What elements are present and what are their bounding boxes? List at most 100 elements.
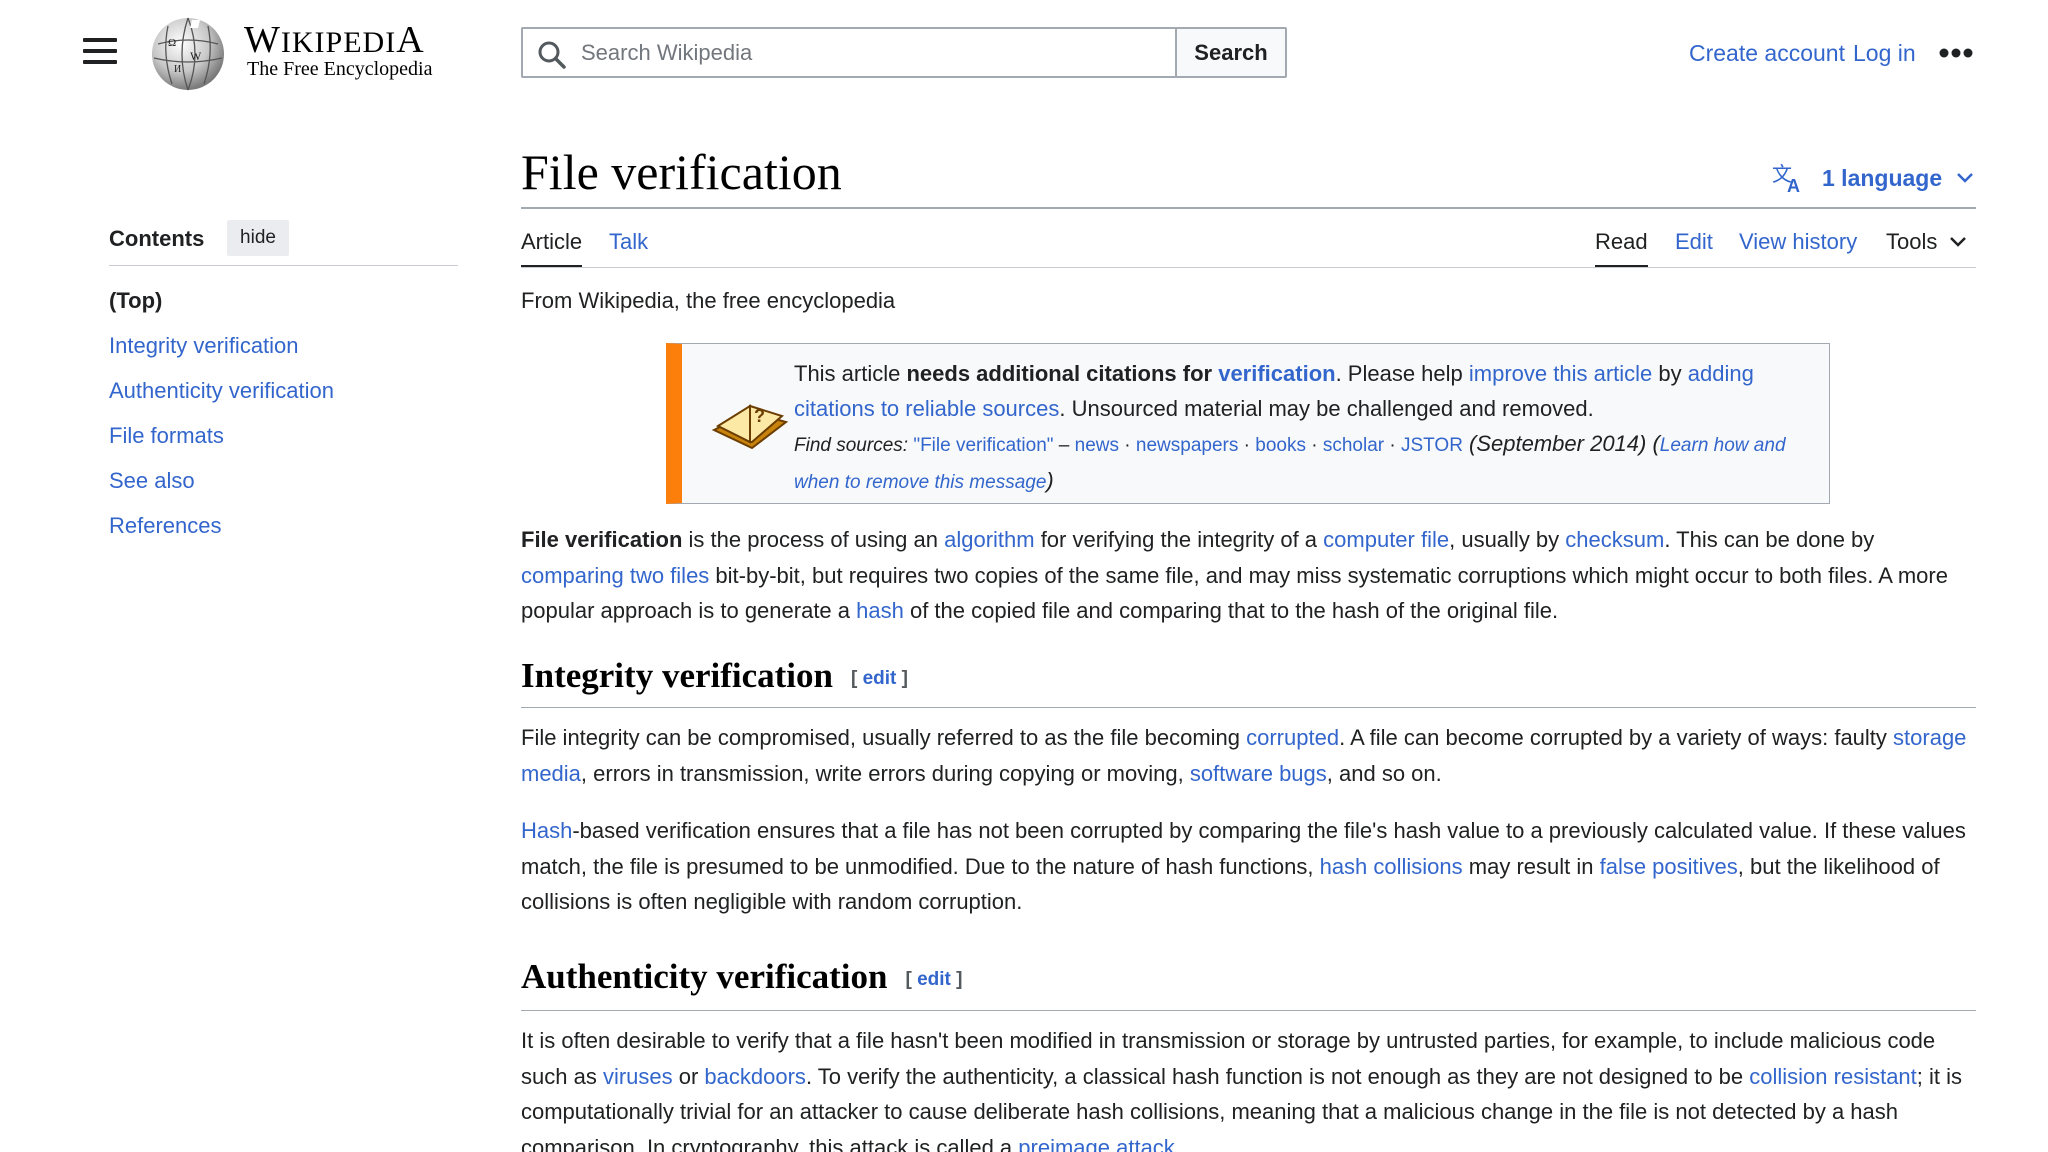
intro-bold-term: File verification xyxy=(521,527,683,552)
wordmark-letter: W xyxy=(244,19,281,61)
link-hash-collisions[interactable]: hash collisions xyxy=(1320,854,1463,879)
tab-view-history[interactable]: View history xyxy=(1739,229,1857,265)
wikipedia-globe-logo[interactable]: Ω W И xyxy=(148,16,228,92)
login-link[interactable]: Log in xyxy=(1853,40,1916,67)
search-button[interactable]: Search xyxy=(1175,27,1287,78)
intro-paragraph: File verification is the process of usin… xyxy=(521,522,1976,629)
notice-text-bold: needs additional citations for xyxy=(906,361,1219,386)
edit-section-link[interactable]: edit xyxy=(917,969,951,990)
notice-text-part: . Unsourced material may be challenged a… xyxy=(1059,396,1594,421)
authenticity-paragraph-1: It is often desirable to verify that a f… xyxy=(521,1023,1976,1152)
improve-article-link[interactable]: improve this article xyxy=(1469,361,1652,386)
source-newspapers-link[interactable]: newspapers xyxy=(1136,435,1238,456)
citation-notice: ? This article needs additional citation… xyxy=(666,343,1830,504)
text: . This can be done by xyxy=(1664,527,1875,552)
title-divider xyxy=(521,207,1976,209)
source-books-link[interactable]: books xyxy=(1255,435,1306,456)
find-query-link[interactable]: "File verification" xyxy=(913,435,1053,456)
hamburger-line xyxy=(83,49,117,53)
notice-text-part: This article xyxy=(794,361,907,386)
wordmark-letters: IKIPEDI xyxy=(280,26,397,59)
hamburger-menu-icon xyxy=(83,38,117,42)
wikipedia-tagline: The Free Encyclopedia xyxy=(247,58,433,80)
svg-text:A: A xyxy=(1787,176,1800,193)
toc-hide-button[interactable]: hide xyxy=(227,220,289,256)
wordmark-letter: A xyxy=(396,19,425,61)
heading-divider xyxy=(521,707,1976,708)
toc-item-authenticity-verification[interactable]: Authenticity verification xyxy=(109,378,334,404)
text: may result in xyxy=(1462,853,1600,879)
tab-talk[interactable]: Talk xyxy=(609,229,648,265)
text: of the copied file and comparing that to… xyxy=(903,598,1559,623)
source-jstor-link[interactable]: JSTOR xyxy=(1401,435,1463,456)
section-edit: [ edit ] xyxy=(905,969,962,990)
chevron-down-icon xyxy=(1957,173,1974,183)
tab-edit[interactable]: Edit xyxy=(1675,229,1713,265)
link-checksum[interactable]: checksum xyxy=(1565,527,1664,552)
link-comparing-two-files[interactable]: comparing two files xyxy=(521,563,709,588)
link-corrupted[interactable]: corrupted xyxy=(1246,725,1339,750)
link-backdoors[interactable]: backdoors xyxy=(704,1064,806,1089)
text: , usually by xyxy=(1449,527,1566,552)
text: , and so on. xyxy=(1326,760,1442,786)
text: for verifying the integrity of a xyxy=(1034,527,1324,552)
source-scholar-link[interactable]: scholar xyxy=(1323,435,1384,456)
language-button[interactable]: 文 A 1 language xyxy=(1772,162,1974,194)
heading-text: Authenticity verification xyxy=(521,957,888,996)
notice-text-part: . Please help xyxy=(1335,361,1469,386)
create-account-link[interactable]: Create account xyxy=(1689,40,1845,67)
site-sub: From Wikipedia, the free encyclopedia xyxy=(521,288,896,313)
language-count: 1 language xyxy=(1822,164,1943,191)
toc-title: Contents xyxy=(109,226,205,251)
link-viruses[interactable]: viruses xyxy=(603,1064,673,1089)
text: or xyxy=(672,1063,705,1089)
open-book-question-icon: ? xyxy=(711,404,789,450)
link-software-bugs[interactable]: software bugs xyxy=(1190,761,1327,786)
bracket: ] xyxy=(896,667,908,689)
notice-text-part: by xyxy=(1652,361,1688,386)
heading-text: Integrity verification xyxy=(521,656,833,695)
toc-divider xyxy=(109,265,458,266)
edit-section-link[interactable]: edit xyxy=(863,668,897,689)
link-hash[interactable]: Hash xyxy=(521,818,572,843)
toc-item-see-also[interactable]: See also xyxy=(109,468,195,494)
tab-article[interactable]: Article xyxy=(521,229,583,268)
tab-read[interactable]: Read xyxy=(1595,229,1648,268)
section-edit: [ edit ] xyxy=(851,668,908,689)
toc-item-references[interactable]: References xyxy=(109,513,222,539)
heading-divider xyxy=(521,1010,1976,1011)
text: File integrity can be compromised, usual… xyxy=(521,725,1247,750)
source-news-link[interactable]: news xyxy=(1075,435,1119,456)
chevron-down-icon xyxy=(1950,237,1967,247)
wikipedia-wordmark[interactable]: WIKIPEDIA xyxy=(244,18,425,62)
hamburger-line xyxy=(83,60,117,64)
verification-link[interactable]: verification xyxy=(1218,361,1335,386)
notice-date: (September 2014) ( xyxy=(1462,431,1660,456)
svg-text:И: И xyxy=(174,64,181,75)
main-menu-button[interactable] xyxy=(83,38,117,66)
svg-text:Ω: Ω xyxy=(168,37,176,49)
link-preimage-attack[interactable]: preimage attack xyxy=(1018,1135,1175,1152)
search-box xyxy=(521,27,1175,78)
separator: · xyxy=(1305,435,1323,456)
toc-item-top[interactable]: (Top) xyxy=(109,288,162,314)
tabs-divider xyxy=(521,267,1976,268)
separator: · xyxy=(1238,435,1256,456)
link-false-positives[interactable]: false positives xyxy=(1600,854,1738,879)
link-collision-resistant[interactable]: collision resistant xyxy=(1749,1064,1917,1089)
text: is the process of using an xyxy=(682,527,945,552)
notice-text: This article needs additional citations … xyxy=(794,356,1824,500)
link-hash[interactable]: hash xyxy=(856,598,904,623)
tab-tools[interactable]: Tools xyxy=(1886,229,1967,265)
bracket: [ xyxy=(851,667,863,689)
link-algorithm[interactable]: algorithm xyxy=(944,527,1034,552)
toc-item-file-formats[interactable]: File formats xyxy=(109,423,224,449)
svg-text:W: W xyxy=(190,49,202,63)
page-title: File verification xyxy=(521,144,842,200)
link-computer-file[interactable]: computer file xyxy=(1323,527,1449,552)
toc-item-integrity-verification[interactable]: Integrity verification xyxy=(109,333,299,359)
text: . A file can become corrupted by a varie… xyxy=(1339,725,1894,750)
ellipsis-icon[interactable] xyxy=(1939,48,1973,58)
search-input[interactable] xyxy=(581,29,1161,76)
separator: – xyxy=(1053,435,1075,456)
